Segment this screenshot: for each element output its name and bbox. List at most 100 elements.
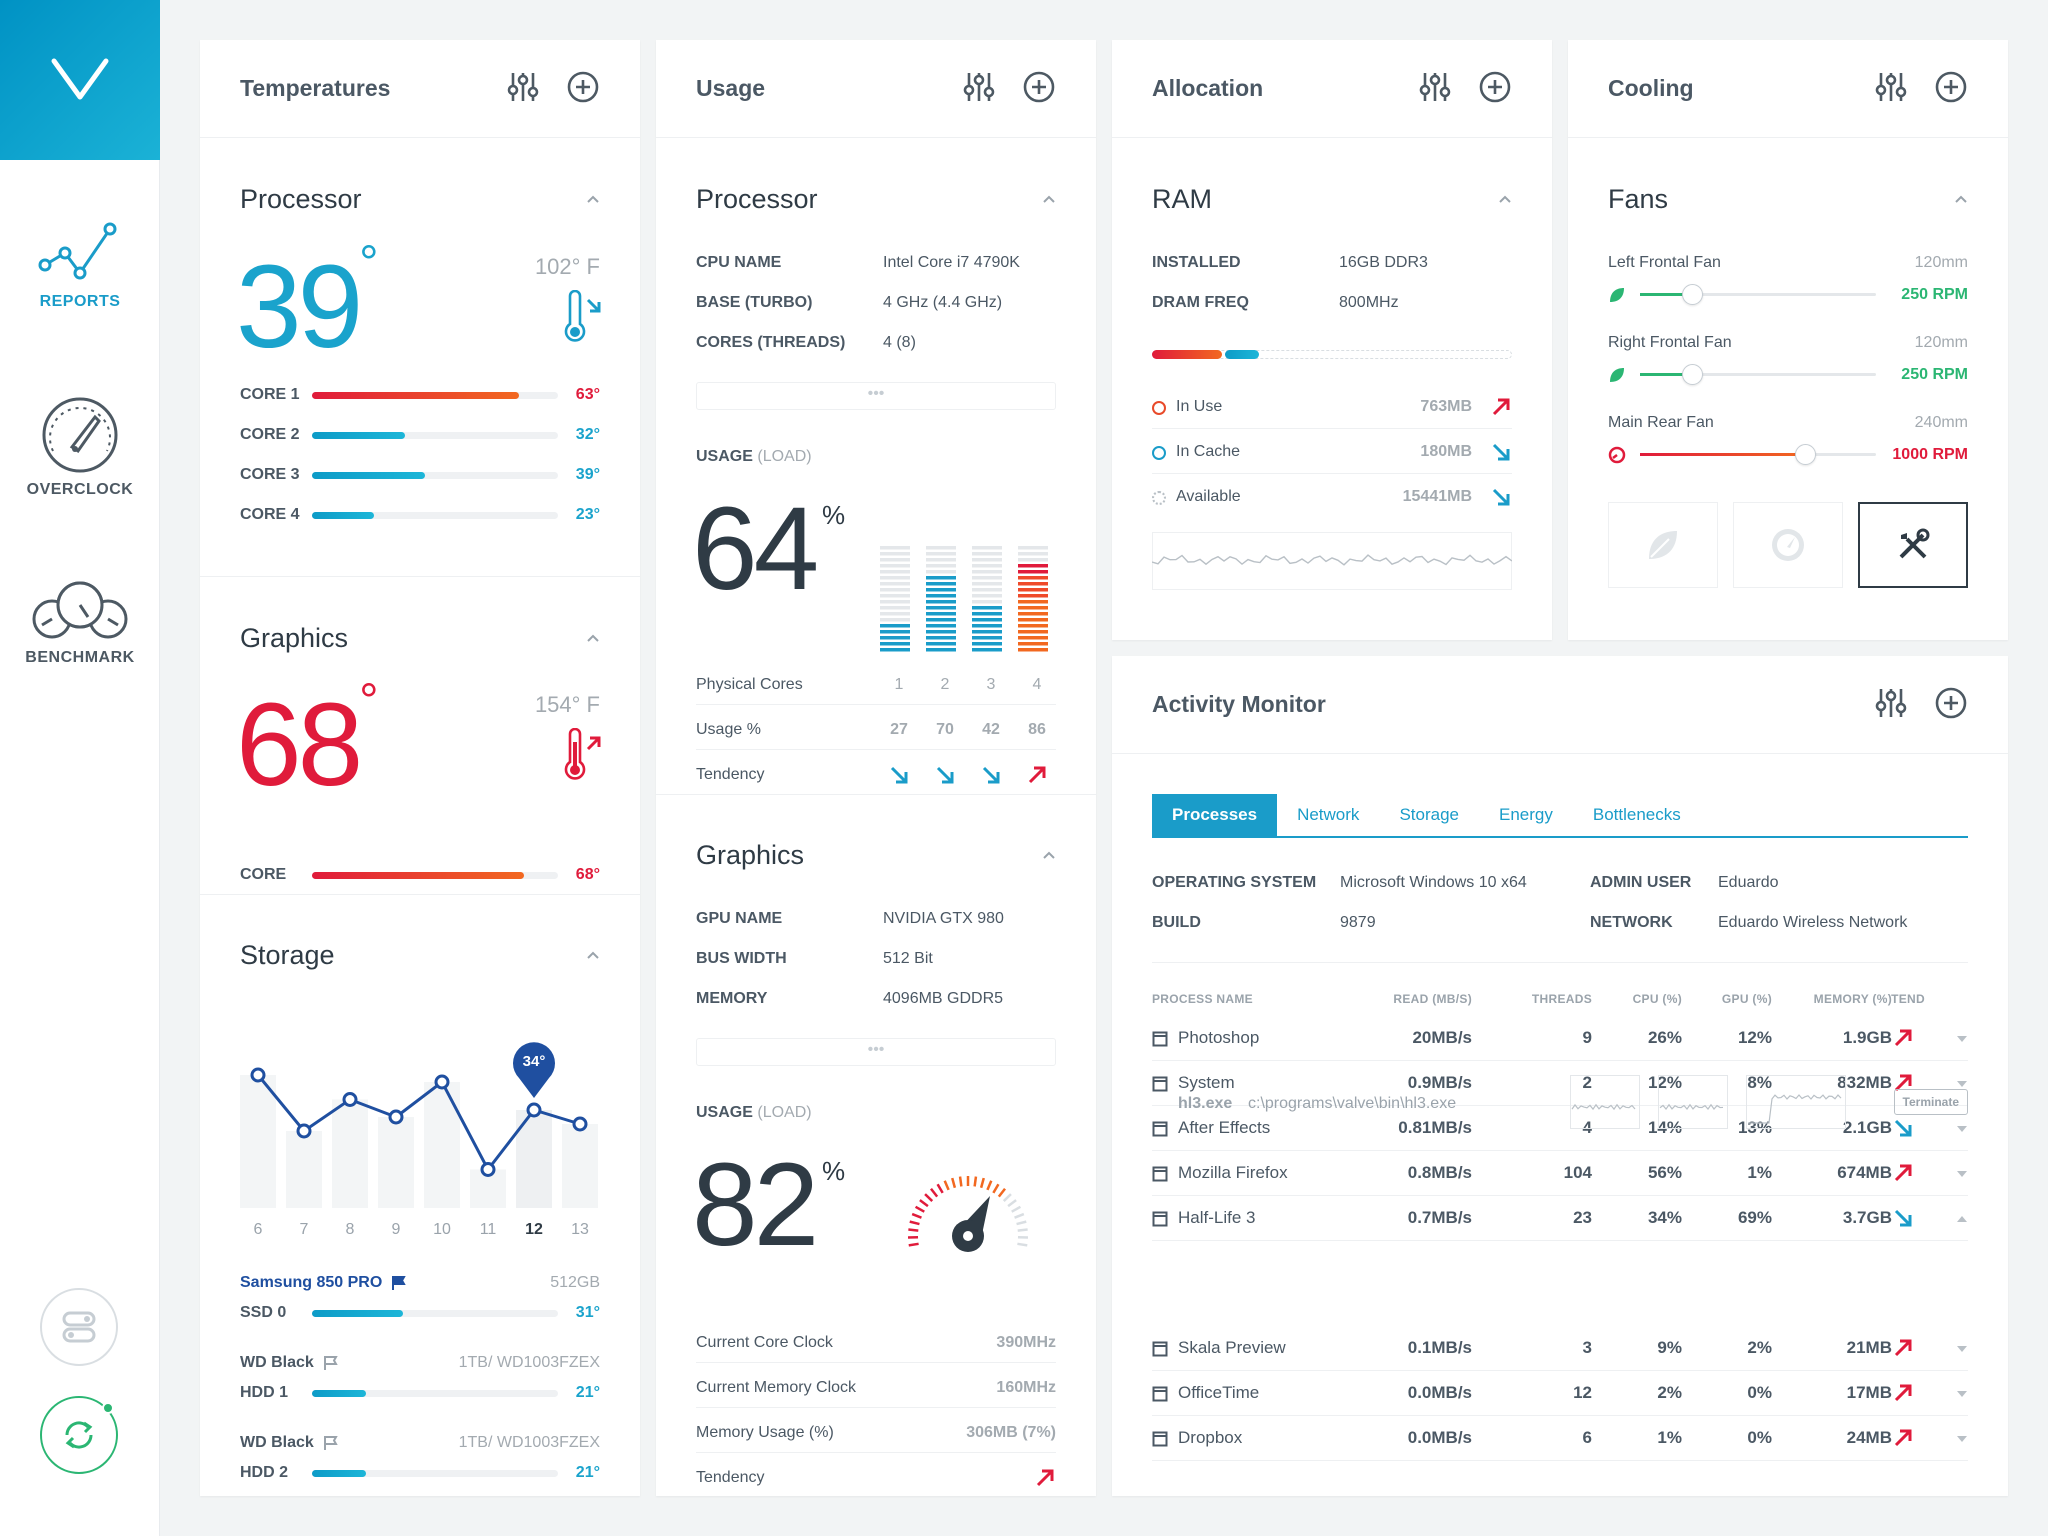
tab-energy[interactable]: Energy: [1479, 794, 1573, 836]
collapse-chevron-icon[interactable]: [1042, 192, 1056, 206]
process-cpu: 2%: [1657, 1383, 1682, 1402]
chart-point[interactable]: [388, 1109, 404, 1125]
performance-mode-button[interactable]: [1733, 502, 1843, 588]
collapse-chevron-icon[interactable]: [1498, 192, 1512, 206]
slider-handle[interactable]: [1795, 444, 1817, 465]
column-header[interactable]: MEMORY (%): [1792, 992, 1892, 1006]
nav-benchmark[interactable]: BENCHMARK: [0, 575, 160, 667]
expand-more-button[interactable]: •••: [696, 1038, 1056, 1066]
flag-outline-icon[interactable]: [322, 1434, 340, 1452]
tab-network[interactable]: Network: [1277, 794, 1379, 836]
flag-outline-icon[interactable]: [322, 1354, 340, 1372]
chart-point[interactable]: [434, 1074, 450, 1090]
expand-more-button[interactable]: •••: [696, 382, 1056, 410]
process-row[interactable]: Photoshop 20MB/s 9 26% 12% 1.9GB: [1152, 1016, 1968, 1061]
fan-speed-slider[interactable]: [1640, 364, 1876, 385]
add-icon[interactable]: [1022, 70, 1056, 104]
fan-speed-slider[interactable]: [1640, 444, 1876, 465]
sliders-icon[interactable]: [962, 70, 996, 104]
expand-row-icon[interactable]: [1956, 1343, 1968, 1355]
add-icon[interactable]: [1478, 70, 1512, 104]
collapse-chevron-icon[interactable]: [1954, 192, 1968, 206]
ram-item-value: 15441MB: [1402, 488, 1472, 505]
slider-handle[interactable]: [1681, 364, 1703, 385]
drive-temp-bar: [312, 1469, 558, 1477]
sliders-icon[interactable]: [1874, 70, 1908, 104]
add-icon[interactable]: [1934, 686, 1968, 720]
process-row[interactable]: Half-Life 3 0.7MB/s 23 34% 69% 3.7GB: [1152, 1196, 1968, 1241]
chart-point[interactable]: [250, 1067, 266, 1083]
process-row[interactable]: OfficeTime 0.0MB/s 12 2% 0% 17MB: [1152, 1371, 1968, 1416]
drive-temp-value: 31°: [575, 1304, 600, 1321]
process-name: Half-Life 3: [1178, 1208, 1256, 1227]
chart-point[interactable]: [526, 1102, 542, 1118]
thermometer-down-icon: [564, 290, 601, 342]
legend-dot: [1152, 491, 1166, 505]
add-icon[interactable]: [1934, 70, 1968, 104]
window-icon: [1152, 1031, 1168, 1047]
window-icon: [1152, 1211, 1168, 1227]
spec-label: BASE (TURBO): [696, 294, 813, 311]
nav-overclock[interactable]: OVERCLOCK: [0, 393, 160, 499]
column-header[interactable]: READ (MB/S): [1362, 992, 1472, 1006]
process-read: 0.0MB/s: [1407, 1383, 1472, 1402]
flag-filled-icon[interactable]: [390, 1274, 408, 1292]
x-tick-label: 10: [433, 1221, 451, 1238]
collapse-chevron-icon[interactable]: [586, 948, 600, 962]
column-header[interactable]: GPU (%): [1692, 992, 1772, 1006]
fan-speed-slider[interactable]: [1640, 284, 1876, 305]
eco-mode-button[interactable]: [1608, 502, 1718, 588]
spec-value: 800MHz: [1339, 294, 1399, 311]
spec-value: 4096MB GDDR5: [883, 990, 1004, 1007]
core-temp-bar: [312, 391, 558, 399]
activity-tabs: Processes Network Storage Energy Bottlenecks: [1152, 794, 1968, 838]
tools-icon: [1899, 528, 1930, 559]
sliders-icon[interactable]: [1874, 686, 1908, 720]
nav-reports-label: REPORTS: [39, 293, 121, 310]
chart-point[interactable]: [296, 1123, 312, 1139]
process-row[interactable]: Dropbox 0.0MB/s 6 1% 0% 24MB: [1152, 1416, 1968, 1461]
collapse-chevron-icon[interactable]: [586, 631, 600, 645]
core-usage-value: 42: [982, 721, 1000, 738]
spec-label: BUS WIDTH: [696, 950, 787, 967]
core-table-row-label: Tendency: [696, 766, 765, 783]
spec-label: MEMORY: [696, 990, 768, 1007]
expand-row-icon[interactable]: [1956, 1168, 1968, 1180]
chart-point[interactable]: [572, 1116, 588, 1132]
chart-column: [332, 1099, 368, 1208]
custom-mode-button[interactable]: [1858, 502, 1968, 588]
toggle-settings-button[interactable]: [40, 1288, 118, 1366]
column-header[interactable]: PROCESS NAME: [1152, 992, 1352, 1006]
collapse-row-icon[interactable]: [1956, 1213, 1968, 1225]
slider-handle[interactable]: [1681, 284, 1703, 305]
sync-button[interactable]: [40, 1396, 118, 1474]
chart-point[interactable]: [480, 1162, 496, 1177]
process-gpu: 2%: [1747, 1338, 1772, 1357]
process-row[interactable]: Mozilla Firefox 0.8MB/s 104 56% 1% 674MB: [1152, 1151, 1968, 1196]
tab-bottlenecks[interactable]: Bottlenecks: [1573, 794, 1701, 836]
column-header[interactable]: CPU (%): [1602, 992, 1682, 1006]
nav-overclock-label: OVERCLOCK: [26, 481, 134, 498]
process-row[interactable]: Skala Preview 0.1MB/s 3 9% 2% 21MB: [1152, 1326, 1968, 1371]
expand-row-icon[interactable]: [1956, 1033, 1968, 1045]
core-table-row-label: Usage %: [696, 721, 761, 738]
sliders-icon[interactable]: [506, 70, 540, 104]
column-header[interactable]: THREADS: [1502, 992, 1592, 1006]
add-icon[interactable]: [566, 70, 600, 104]
column-header[interactable]: TEND: [1878, 992, 1938, 1006]
sliders-icon[interactable]: [1418, 70, 1452, 104]
tab-storage[interactable]: Storage: [1379, 794, 1479, 836]
collapse-chevron-icon[interactable]: [1042, 848, 1056, 862]
tab-processes[interactable]: Processes: [1152, 794, 1278, 836]
chart-point[interactable]: [342, 1092, 358, 1107]
terminate-button[interactable]: Terminate: [1893, 1089, 1968, 1115]
collapse-chevron-icon[interactable]: [586, 192, 600, 206]
core-number: 4: [1032, 676, 1042, 693]
nav-reports[interactable]: REPORTS: [0, 215, 160, 311]
process-mini-chart: [1658, 1075, 1728, 1129]
expand-row-icon[interactable]: [1956, 1388, 1968, 1400]
expand-row-icon[interactable]: [1956, 1433, 1968, 1445]
app-logo[interactable]: [0, 0, 160, 160]
activity-monitor-card: Activity Monitor Processes Network Storage…: [1112, 656, 2008, 1496]
usage-label: USAGE (LOAD): [696, 448, 812, 465]
